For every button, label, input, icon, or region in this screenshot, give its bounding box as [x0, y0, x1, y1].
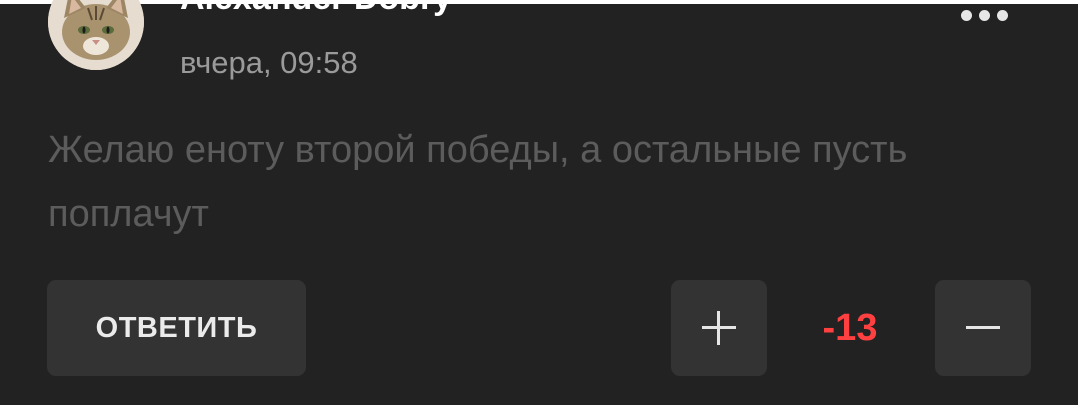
- more-dot: [978, 9, 990, 21]
- reply-button[interactable]: ОТВЕТИТЬ: [47, 280, 306, 376]
- comment-timestamp: вчера, 09:58: [180, 45, 358, 80]
- minus-icon: [966, 326, 1000, 329]
- more-dots-icon[interactable]: [950, 0, 1018, 30]
- top-divider: [0, 0, 1078, 4]
- vote-score: -13: [822, 307, 878, 349]
- downvote-button[interactable]: [935, 280, 1031, 376]
- comment-text: Желаю еноту второй победы, а остальные п…: [48, 129, 908, 235]
- author-name[interactable]: Alexander Dobry: [180, 0, 452, 18]
- more-dot: [996, 9, 1008, 21]
- comment-card: Alexander Dobry вчера, 09:58 Желаю еноту…: [0, 0, 1078, 405]
- plus-icon-vertical: [717, 311, 720, 345]
- upvote-button[interactable]: [671, 280, 767, 376]
- cat-avatar-icon[interactable]: [48, 0, 144, 70]
- more-dot: [960, 9, 972, 21]
